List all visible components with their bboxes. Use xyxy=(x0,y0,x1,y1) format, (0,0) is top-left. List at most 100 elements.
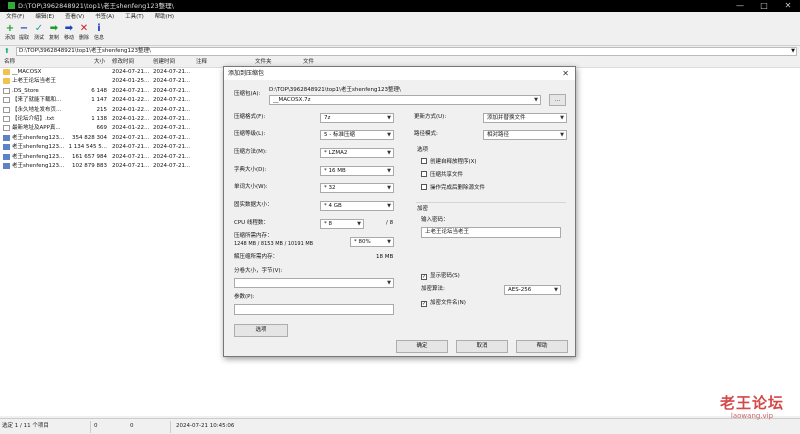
cpu-total: / 8 xyxy=(386,220,394,226)
file-size: 1 138 xyxy=(91,116,107,122)
file-icon xyxy=(3,116,10,122)
file-row[interactable]: 老王shenfeng123... 1 134 545 5... 2024-07-21… xyxy=(0,143,230,152)
cpu-label: CPU 线程数： xyxy=(234,220,269,226)
file-created: 2024-07-21... xyxy=(153,125,191,132)
menu-view[interactable]: 查看(V) xyxy=(65,12,84,22)
menu-help[interactable]: 帮助(H) xyxy=(155,12,174,22)
browse-button[interactable]: ... xyxy=(549,94,566,106)
address-input[interactable]: D:\TOP\3962848921\top1\老王shenfeng123整理\ ▼ xyxy=(16,47,797,56)
show-password-checkbox[interactable]: ✓ 显示密码(S) xyxy=(421,272,460,281)
file-size: 6 148 xyxy=(91,87,107,94)
file-row[interactable]: 【论坛介绍】.txt 1 138 2024-01-22... 2024-07-21..… xyxy=(0,115,230,124)
options-button[interactable]: 选项 xyxy=(234,324,288,337)
pathmode-select[interactable]: 相对路径 ▼ xyxy=(483,130,567,140)
help-button[interactable]: 帮助 xyxy=(516,340,568,353)
file-row[interactable]: 【永久地址发布页... 215 2024-01-22... 2024-07-21... xyxy=(0,106,230,115)
file-row[interactable]: .DS_Store 6 148 2024-07-21... 2024-07-21... xyxy=(0,87,230,96)
file-created: 2024-07-21... xyxy=(153,106,191,113)
password-label: 输入密码： xyxy=(421,217,449,223)
ok-button[interactable]: 确定 xyxy=(396,340,448,353)
archive-file-icon xyxy=(3,153,10,160)
pathmode-label: 路径模式: xyxy=(414,131,438,137)
split-select[interactable]: ▼ xyxy=(234,278,394,288)
archive-label: 压缩包(A): xyxy=(234,91,261,97)
dialog-close-icon[interactable]: ✕ xyxy=(562,67,569,80)
address-text: D:\TOP\3962848921\top1\老王shenfeng123整理\ xyxy=(19,48,151,54)
col-created[interactable]: 创建时间 xyxy=(153,58,175,67)
file-row[interactable]: 老王shenfeng123... 161 657 984 2024-07-21...… xyxy=(0,153,230,162)
file-row[interactable]: 最新地址及APP真... 669 2024-01-22... 2024-07-21..… xyxy=(0,124,230,133)
word-select[interactable]: * 32 ▼ xyxy=(320,183,394,193)
file-row[interactable]: 上老王论坛当老王 2024-01-25... 2024-07-21... xyxy=(0,77,230,86)
mem-detail: 1248 MB / 8153 MB / 10191 MB xyxy=(234,241,314,247)
params-label: 参数(P): xyxy=(234,294,255,300)
file-icon xyxy=(3,97,10,104)
solid-select[interactable]: * 4 GB ▼ xyxy=(320,201,394,211)
col-comment[interactable]: 注释 xyxy=(196,58,207,67)
file-size: 161 657 984 xyxy=(72,153,107,160)
file-created: 2024-07-21... xyxy=(153,97,191,104)
encrypt-names-checkbox[interactable]: ✓ 加密文件名(N) xyxy=(421,299,466,308)
dict-select[interactable]: * 16 MB ▼ xyxy=(320,166,394,176)
file-row[interactable]: 老王shenfeng123... 354 828 304 2024-07-21...… xyxy=(0,134,230,143)
options-group-title: 选项 xyxy=(417,147,429,153)
solid-label: 固实数据大小： xyxy=(234,202,273,208)
add-to-archive-dialog: 添加到压缩包 ✕ 压缩包(A): D:\TOP\3962848921\top1\… xyxy=(223,66,576,357)
file-row[interactable]: 【来了就能下载和... 1 147 2024-01-22... 2024-07-21.… xyxy=(0,96,230,105)
archive-name-input[interactable]: __MACOSX.7z ▼ xyxy=(269,95,541,105)
minimize-button[interactable]: — xyxy=(728,0,752,12)
format-select[interactable]: 7z ▼ xyxy=(320,113,394,123)
col-modified[interactable]: 修改时间 xyxy=(112,58,134,67)
checkbox-box xyxy=(421,171,427,177)
method-select[interactable]: * LZMA2 ▼ xyxy=(320,148,394,158)
file-modified: 2024-01-22... xyxy=(112,97,150,104)
chevron-down-icon: ▼ xyxy=(387,239,391,245)
menu-file[interactable]: 文件(F) xyxy=(6,12,24,22)
delete-after-checkbox[interactable]: 操作完成后删除源文件 xyxy=(421,184,485,193)
params-input[interactable] xyxy=(234,304,394,315)
enc-method-label: 加密算法: xyxy=(421,286,445,292)
update-select[interactable]: 添加并替换文件 ▼ xyxy=(483,113,567,123)
close-button[interactable]: ✕ xyxy=(776,0,800,12)
file-created: 2024-07-21... xyxy=(153,69,191,75)
col-size[interactable]: 大小 xyxy=(94,58,105,67)
mem-percent-select[interactable]: * 80% ▼ xyxy=(350,237,394,247)
status-value-1: 0 xyxy=(94,423,98,429)
checkbox-box xyxy=(421,184,427,190)
status-divider xyxy=(170,421,171,433)
chevron-down-icon[interactable]: ▼ xyxy=(791,48,795,55)
archive-file-icon xyxy=(3,163,10,169)
sfx-checkbox[interactable]: 创建自释放程序(X) xyxy=(421,158,477,167)
menu-edit[interactable]: 编辑(E) xyxy=(35,12,54,22)
watermark-logo: 老王论坛 laowang.vip xyxy=(712,394,792,426)
checkbox-checked-icon: ✓ xyxy=(421,274,427,280)
file-row[interactable]: 老王shenfeng123... 102 879 883 2024-07-21...… xyxy=(0,162,230,171)
info-button[interactable]: i 信息 xyxy=(90,23,108,43)
file-size: 1 147 xyxy=(91,97,107,104)
cpu-value: * 8 xyxy=(324,221,332,227)
maximize-button[interactable]: □ xyxy=(752,0,776,12)
file-row[interactable]: __MACOSX 2024-07-21... 2024-07-21... xyxy=(0,68,230,77)
level-value: 5 - 标准压缩 xyxy=(324,132,355,138)
status-bar: 选定 1 / 11 个项目 0 0 2024-07-21 10:45:06 xyxy=(0,418,800,434)
menu-bookmarks[interactable]: 书签(A) xyxy=(95,12,114,22)
chevron-down-icon: ▼ xyxy=(357,221,361,227)
level-select[interactable]: 5 - 标准压缩 ▼ xyxy=(320,130,394,140)
file-size: 215 xyxy=(96,106,108,113)
folder-up-icon[interactable]: ⬆ xyxy=(4,47,13,56)
file-created: 2024-07-21... xyxy=(153,116,191,122)
menu-tools[interactable]: 工具(T) xyxy=(125,12,144,22)
enc-method-select[interactable]: AES-256 ▼ xyxy=(504,285,561,295)
menu-bar: 文件(F) 编辑(E) 查看(V) 书签(A) 工具(T) 帮助(H) xyxy=(0,12,800,22)
shared-checkbox[interactable]: 压缩共享文件 xyxy=(421,171,463,180)
col-name[interactable]: 名称 xyxy=(4,58,15,67)
cancel-button[interactable]: 取消 xyxy=(456,340,508,353)
split-label: 分卷大小，字节(V): xyxy=(234,268,283,274)
status-value-2: 0 xyxy=(130,423,134,429)
password-input[interactable]: 上老王论坛当老王 xyxy=(421,227,561,238)
dict-label: 字典大小(D): xyxy=(234,167,267,173)
file-modified: 2024-07-21... xyxy=(112,69,150,75)
word-label: 单词大小(W): xyxy=(234,184,268,190)
status-selection: 选定 1 / 11 个项目 xyxy=(2,423,49,429)
cpu-select[interactable]: * 8 ▼ xyxy=(320,219,364,229)
